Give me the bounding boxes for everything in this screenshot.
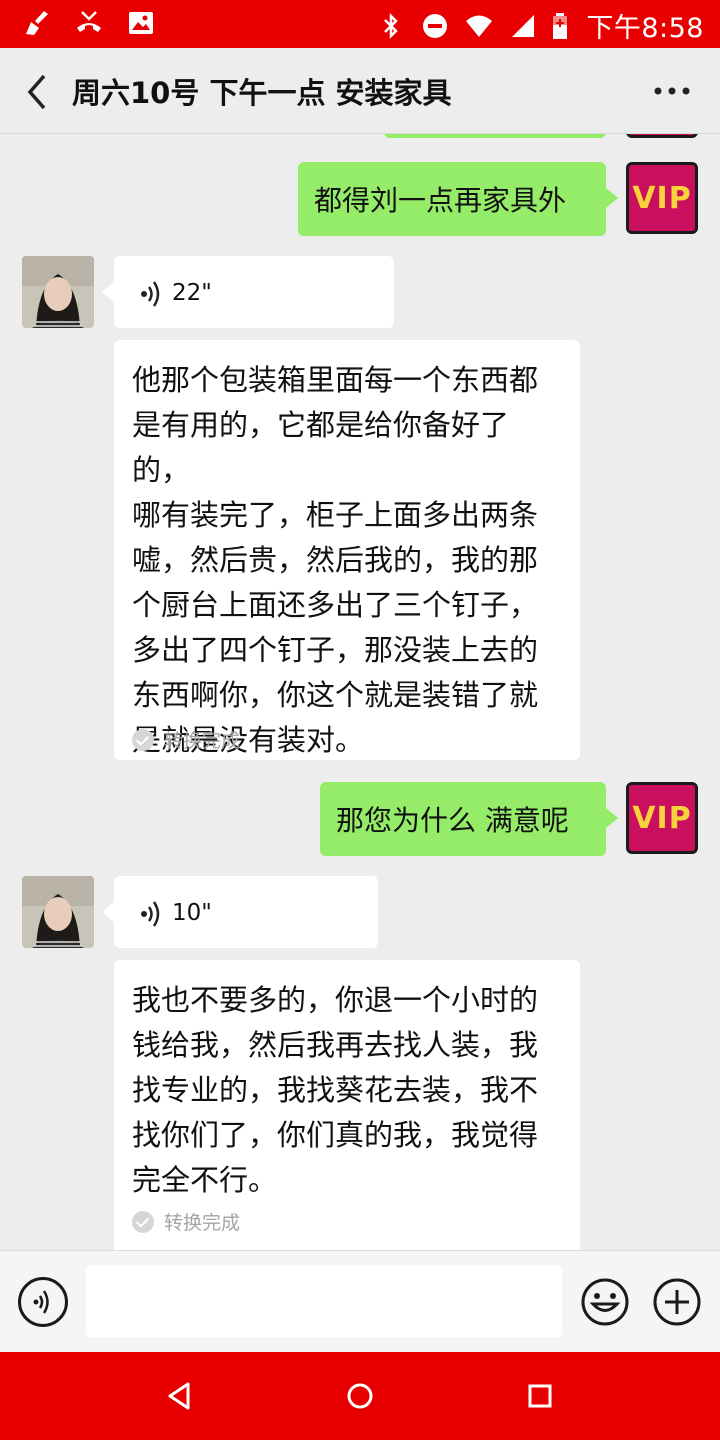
chat-title: 周六10号 下午一点 安装家具 — [72, 76, 452, 110]
input-bar — [0, 1250, 720, 1352]
outgoing-message[interactable]: 那您为什么 满意呢 — [320, 782, 618, 856]
image-icon — [129, 12, 153, 34]
message-input[interactable] — [86, 1265, 562, 1337]
conversion-status: 转换完成 — [132, 726, 240, 753]
missed-call-icon — [77, 11, 101, 32]
contact-photo — [22, 256, 94, 328]
conversion-status-text: 转换完成 — [164, 1212, 241, 1234]
emoji-icon[interactable] — [580, 1277, 630, 1327]
bluetooth-icon — [384, 12, 399, 39]
transcript-line: 找你们了，你们真的我，我觉得 — [132, 1118, 539, 1152]
message-text: 都得刘一点再家具外 — [314, 184, 567, 217]
transcript-line: 我也不要多的，你退一个小时的 — [132, 983, 539, 1017]
voice-transcript[interactable]: 他那个包装箱里面每一个东西都 是有用的，它都是给你备好了的， 哪有装完了，柜子上… — [114, 340, 580, 760]
plus-icon[interactable] — [652, 1277, 702, 1327]
voice-duration: 22" — [172, 280, 212, 306]
transcript-line: 嘘，然后贵，然后我的，我的那 — [132, 543, 539, 577]
nav-recents-icon[interactable] — [524, 1380, 556, 1412]
status-bar: 下午8:58 — [0, 0, 720, 48]
voice-input-icon[interactable] — [18, 1277, 68, 1327]
voice-duration: 10" — [172, 900, 212, 926]
contact-avatar[interactable] — [22, 256, 94, 328]
back-chevron-icon[interactable] — [18, 70, 58, 114]
contact-photo — [22, 876, 94, 948]
voice-wave-icon — [141, 901, 160, 927]
chat-header: 周六10号 下午一点 安装家具 — [0, 48, 720, 134]
voice-wave-icon — [141, 281, 160, 307]
transcript-line: 是有用的，它都是给你备好了的， — [132, 408, 510, 487]
transcript-line: 找专业的，我找葵花去装，我不 — [132, 1073, 539, 1107]
vip-label: VIP — [632, 180, 692, 216]
voice-transcript[interactable]: 我也不要多的，你退一个小时的 钱给我，然后我再去找人装，我 找专业的，我找葵花去… — [114, 960, 580, 1250]
transcript-line: 个厨台上面还多出了三个钉子， — [132, 588, 539, 622]
transcript-line: 多出了四个钉子，那没装上去的 — [132, 633, 539, 667]
user-avatar-vip[interactable]: VIP — [626, 162, 698, 234]
transcript-line: 完全不行。 — [132, 1163, 278, 1197]
battery-icon — [553, 12, 568, 39]
do-not-disturb-icon — [423, 13, 448, 38]
transcript-line: 东西啊你，你这个就是装错了就 — [132, 678, 539, 712]
message-text: 那您为什么 满意呢 — [336, 804, 569, 837]
transcript-line: 他那个包装箱里面每一个东西都 — [132, 363, 539, 397]
nav-back-icon[interactable] — [164, 1380, 196, 1412]
wifi-icon — [466, 15, 493, 37]
outgoing-message[interactable]: 都得刘一点再家具外 — [298, 162, 618, 236]
signal-icon — [512, 14, 535, 37]
transcript-text: 他那个包装箱里面每一个东西都 是有用的，它都是给你备好了的， 哪有装完了，柜子上… — [132, 358, 562, 763]
more-dots-icon[interactable] — [652, 76, 692, 106]
conversion-status-text: 转换完成 — [164, 730, 241, 752]
voice-wave-icon — [33, 1290, 49, 1314]
user-avatar-vip[interactable]: VIP — [626, 782, 698, 854]
transcript-text: 我也不要多的，你退一个小时的 钱给我，然后我再去找人装，我 找专业的，我找葵花去… — [132, 978, 562, 1203]
voice-message[interactable]: 10" — [102, 876, 378, 948]
check-circle-icon — [132, 728, 154, 751]
system-nav-bar — [0, 1352, 720, 1440]
partial-previous-bubble — [384, 134, 606, 138]
partial-previous-avatar — [626, 134, 698, 138]
transcript-line: 钱给我，然后我再去找人装，我 — [132, 1028, 539, 1062]
voice-message[interactable]: 22" — [102, 256, 394, 328]
contact-avatar[interactable] — [22, 876, 94, 948]
nav-home-icon[interactable] — [344, 1380, 376, 1412]
conversion-status: 转换完成 — [132, 1208, 240, 1235]
chat-area[interactable]: 都得刘一点再家具外 VIP 22" 他那个包装箱里面每一个东西都 是有用的，它都… — [0, 134, 720, 1250]
vip-label: VIP — [632, 800, 692, 836]
transcript-line: 哪有装完了，柜子上面多出两条 — [132, 498, 539, 532]
status-time: 下午8:58 — [586, 13, 704, 44]
check-circle-icon — [132, 1210, 154, 1233]
broom-icon — [26, 11, 48, 35]
